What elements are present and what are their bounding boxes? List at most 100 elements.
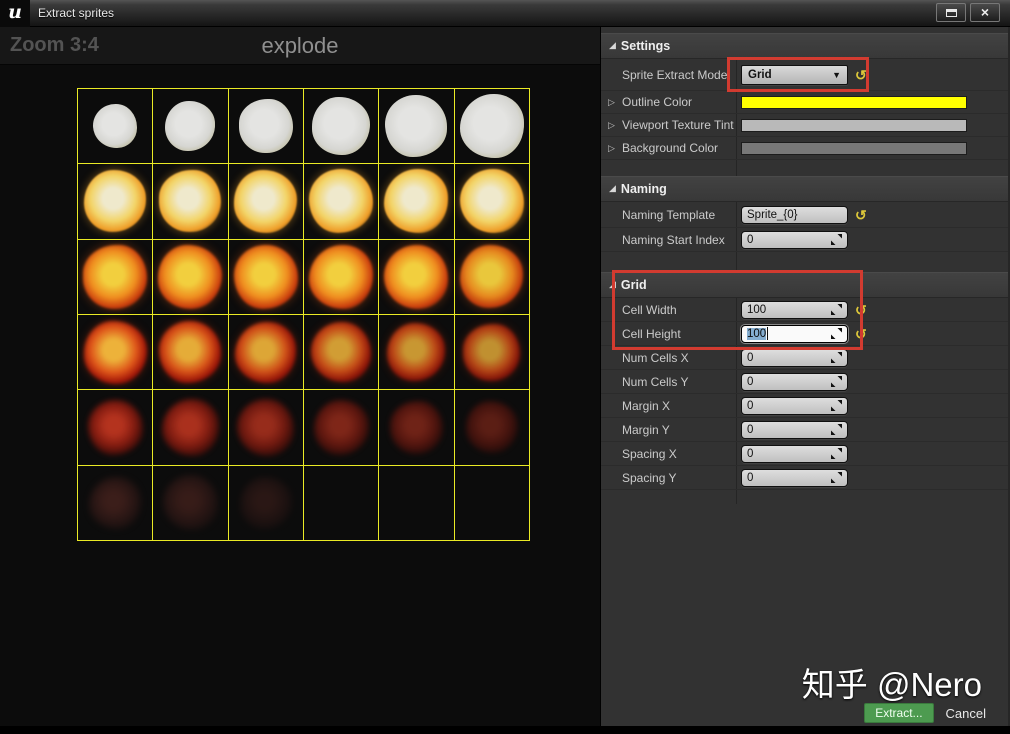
sprite-cell bbox=[379, 89, 455, 165]
spacing-y-spinner[interactable]: 0 bbox=[741, 468, 848, 487]
text-caret bbox=[767, 327, 769, 340]
close-button[interactable]: × bbox=[970, 3, 1000, 22]
expand-arrow-icon[interactable]: ▷ bbox=[608, 97, 615, 108]
reset-icon[interactable]: ↺ bbox=[855, 303, 867, 317]
explosion-sprite bbox=[311, 322, 372, 383]
spinner-drag-icon bbox=[831, 424, 842, 435]
sprite-grid bbox=[77, 88, 530, 541]
sprite-cell bbox=[304, 239, 380, 315]
sprite-cell bbox=[228, 315, 304, 391]
explosion-sprite bbox=[387, 323, 446, 382]
sprite-cell bbox=[304, 315, 380, 391]
section-gap bbox=[601, 160, 1008, 176]
cancel-button[interactable]: Cancel bbox=[946, 706, 986, 721]
extract-sprites-window: u Extract sprites × Zoom 3:4 explode ◢ S… bbox=[0, 0, 1010, 734]
margin-y-spinner[interactable]: 0 bbox=[741, 420, 848, 439]
sprite-cell bbox=[304, 390, 380, 466]
reset-icon[interactable]: ↺ bbox=[855, 68, 867, 82]
sprite-cell bbox=[228, 164, 304, 240]
cell-width-label: Cell Width bbox=[601, 298, 737, 321]
explosion-sprite bbox=[385, 95, 448, 158]
property-row-spacing-y: Spacing Y 0 bbox=[601, 466, 1008, 490]
sprite-cell bbox=[153, 390, 229, 466]
property-row-cell-height: Cell Height 100 ↺ bbox=[601, 322, 1008, 346]
section-expanded-arrow-icon: ◢ bbox=[609, 278, 616, 289]
sprite-cell bbox=[379, 239, 455, 315]
num-cells-y-spinner[interactable]: 0 bbox=[741, 372, 848, 391]
sprite-extract-mode-label: Sprite Extract Mode bbox=[601, 59, 737, 90]
explosion-sprite bbox=[233, 244, 298, 309]
section-expanded-arrow-icon: ◢ bbox=[609, 39, 616, 50]
sprite-cell bbox=[304, 89, 380, 165]
sprite-cell bbox=[379, 390, 455, 466]
naming-template-input[interactable]: Sprite_{0} bbox=[741, 205, 848, 224]
expand-arrow-icon[interactable]: ▷ bbox=[608, 143, 615, 154]
explosion-sprite bbox=[83, 320, 147, 384]
explosion-sprite bbox=[237, 398, 295, 456]
section-expanded-arrow-icon: ◢ bbox=[609, 182, 616, 193]
sprite-cell bbox=[78, 239, 154, 315]
margin-x-spinner[interactable]: 0 bbox=[741, 396, 848, 415]
sprite-cell bbox=[228, 239, 304, 315]
sprite-cell bbox=[78, 390, 154, 466]
sprite-cell bbox=[454, 390, 530, 466]
restore-icon bbox=[945, 8, 957, 17]
spinner-drag-icon bbox=[831, 234, 842, 245]
section-header-settings[interactable]: ◢ Settings bbox=[601, 33, 1008, 59]
num-cells-x-spinner[interactable]: 0 bbox=[741, 348, 848, 367]
property-row-num-cells-x: Num Cells X 0 bbox=[601, 346, 1008, 370]
property-row-cell-width: Cell Width 100 ↺ bbox=[601, 298, 1008, 322]
sprite-extract-mode-dropdown[interactable]: Grid ▼ bbox=[741, 64, 848, 85]
section-gap bbox=[601, 252, 1008, 272]
sprite-cell bbox=[454, 164, 530, 240]
watermark: 知乎 @Nero bbox=[801, 666, 982, 703]
property-row-naming-start-index: Naming Start Index 0 bbox=[601, 228, 1008, 252]
section-title-naming: Naming bbox=[620, 182, 667, 196]
expand-arrow-icon[interactable]: ▷ bbox=[608, 120, 615, 131]
viewport-texture-tint-swatch[interactable] bbox=[741, 118, 967, 132]
explosion-sprite bbox=[238, 99, 293, 154]
reset-icon[interactable]: ↺ bbox=[855, 208, 867, 222]
background-color-swatch[interactable] bbox=[741, 141, 967, 155]
section-header-naming[interactable]: ◢ Naming bbox=[601, 176, 1008, 202]
explosion-sprite bbox=[159, 321, 222, 384]
section-header-grid[interactable]: ◢ Grid bbox=[601, 272, 1008, 298]
naming-start-index-spinner[interactable]: 0 bbox=[741, 230, 848, 249]
cell-height-spinner[interactable]: 100 bbox=[741, 324, 848, 343]
sprite-viewport[interactable]: Zoom 3:4 explode bbox=[0, 27, 601, 726]
sprite-cell bbox=[228, 390, 304, 466]
explosion-sprite bbox=[389, 400, 443, 454]
explosion-sprite bbox=[87, 399, 143, 455]
section-title-settings: Settings bbox=[620, 39, 671, 53]
spinner-drag-icon bbox=[831, 304, 842, 315]
spinner-drag-icon bbox=[831, 376, 842, 387]
extract-button[interactable]: Extract... bbox=[864, 703, 934, 723]
spacing-x-spinner[interactable]: 0 bbox=[741, 444, 848, 463]
section-gap bbox=[601, 490, 1008, 504]
reset-icon[interactable]: ↺ bbox=[855, 327, 867, 341]
cell-width-spinner[interactable]: 100 bbox=[741, 300, 848, 319]
property-row-num-cells-y: Num Cells Y 0 bbox=[601, 370, 1008, 394]
property-row-margin-x: Margin X 0 bbox=[601, 394, 1008, 418]
property-row-naming-template: Naming Template Sprite_{0} ↺ bbox=[601, 202, 1008, 228]
outline-color-swatch[interactable] bbox=[741, 95, 967, 109]
property-row-spacing-x: Spacing X 0 bbox=[601, 442, 1008, 466]
explosion-sprite bbox=[161, 398, 219, 456]
sprite-cell bbox=[153, 239, 229, 315]
viewport-texture-tint-label: ▷ Viewport Texture Tint bbox=[601, 114, 737, 136]
explosion-sprite bbox=[459, 94, 524, 159]
explosion-sprite bbox=[239, 476, 292, 529]
background-color-label: ▷ Background Color bbox=[601, 137, 737, 159]
spinner-drag-icon bbox=[831, 352, 842, 363]
title-bar[interactable]: u Extract sprites × bbox=[0, 0, 1010, 27]
restore-button[interactable] bbox=[936, 3, 966, 22]
texture-name-label: explode bbox=[261, 32, 339, 58]
spacing-x-label: Spacing X bbox=[601, 442, 737, 465]
window-title: Extract sprites bbox=[38, 6, 115, 20]
explosion-sprite bbox=[309, 244, 374, 309]
sprite-cell bbox=[304, 164, 380, 240]
explosion-sprite bbox=[309, 169, 374, 234]
explosion-sprite bbox=[463, 323, 521, 381]
sprite-cell bbox=[78, 465, 154, 541]
explosion-sprite bbox=[384, 169, 449, 234]
